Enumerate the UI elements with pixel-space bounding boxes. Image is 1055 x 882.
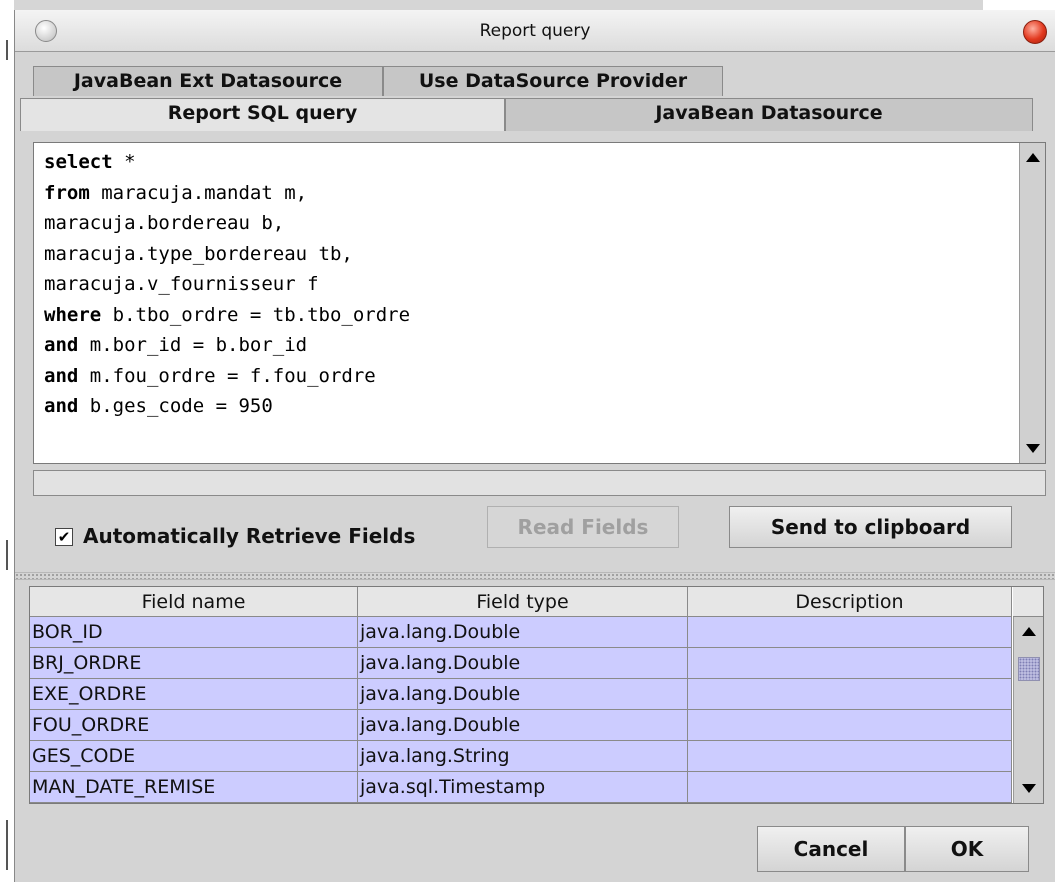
sql-text: m.fou_ordre = f.fou_ordre — [78, 364, 376, 387]
sql-line: from maracuja.mandat m, — [44, 178, 307, 208]
cancel-button[interactable]: Cancel — [757, 826, 905, 872]
background-tick — [6, 40, 8, 60]
cell-description[interactable] — [688, 617, 1012, 648]
sql-query-editor[interactable]: select * from maracuja.mandat m, maracuja.… — [33, 142, 1046, 464]
column-header-field-type[interactable]: Field type — [358, 587, 688, 617]
sql-text: m.bor_id = b.bor_id — [78, 334, 308, 356]
ok-button[interactable]: OK — [905, 826, 1029, 872]
read-fields-button[interactable]: Read Fields — [487, 506, 679, 548]
cell-type[interactable]: java.lang.String — [358, 741, 688, 772]
sql-line: maracuja.bordereau b, — [44, 208, 284, 238]
cell-type[interactable]: java.lang.Double — [358, 679, 688, 710]
close-button[interactable] — [1023, 20, 1047, 44]
sql-line: and b.ges_code = 950 — [44, 391, 273, 421]
sql-text: b.tbo_ordre = tb.tbo_ordre — [101, 303, 411, 326]
query-status-field — [33, 470, 1046, 496]
table-row[interactable]: BRJ_ORDRE java.lang.Double — [30, 648, 1012, 679]
cell-name[interactable]: EXE_ORDRE — [30, 679, 358, 710]
cell-name[interactable]: MAN_DATE_REMISE — [30, 772, 358, 803]
cell-name[interactable]: BRJ_ORDRE — [30, 648, 358, 679]
window-title: Report query — [479, 21, 591, 41]
split-pane-divider[interactable] — [15, 572, 1055, 580]
sql-line: select * — [44, 147, 136, 177]
sql-keyword: from — [44, 181, 90, 204]
sql-text: * — [112, 151, 136, 173]
sql-line: maracuja.v_fournisseur f — [44, 269, 319, 299]
tab-use-datasource-provider[interactable]: Use DataSource Provider — [383, 66, 723, 96]
tab-javabean-ext-datasource[interactable]: JavaBean Ext Datasource — [33, 66, 383, 96]
background-tick — [6, 820, 8, 870]
sql-keyword: select — [44, 151, 113, 173]
tab-report-sql-query[interactable]: Report SQL query — [20, 98, 505, 131]
table-row[interactable]: MAN_DATE_REMISE java.sql.Timestamp — [30, 772, 1012, 803]
table-scrollbar[interactable] — [1013, 617, 1043, 803]
column-header-description[interactable]: Description — [688, 587, 1012, 617]
cell-type[interactable]: java.sql.Timestamp — [358, 772, 688, 803]
cell-type[interactable]: java.lang.Double — [358, 710, 688, 741]
background-tick — [6, 540, 8, 570]
sql-line: maracuja.type_bordereau tb, — [44, 239, 353, 269]
column-header-field-name[interactable]: Field name — [30, 587, 358, 617]
fields-table: Field name Field type Description BOR_ID… — [29, 586, 1044, 804]
table-row[interactable]: FOU_ORDRE java.lang.Double — [30, 710, 1012, 741]
editor-scrollbar[interactable] — [1019, 143, 1045, 463]
scroll-down-arrow-icon[interactable] — [1022, 784, 1036, 793]
background-edge — [0, 0, 14, 882]
cell-description[interactable] — [688, 772, 1012, 803]
sql-line: and m.bor_id = b.bor_id — [44, 330, 307, 360]
background-strip-right — [983, 0, 1055, 10]
report-query-dialog: Report query JavaBean Ext Datasource Use… — [14, 10, 1055, 882]
sql-keyword: and — [44, 395, 79, 417]
auto-retrieve-checkbox[interactable]: ✔ — [55, 528, 73, 546]
sql-text: b.ges_code = 950 — [78, 395, 273, 417]
cell-name[interactable]: FOU_ORDRE — [30, 710, 358, 741]
cell-description[interactable] — [688, 741, 1012, 772]
cell-name[interactable]: GES_CODE — [30, 741, 358, 772]
sql-line: and m.fou_ordre = f.fou_ordre — [44, 361, 376, 391]
sql-text: maracuja.type_bordereau tb, — [44, 242, 353, 265]
sql-keyword: and — [44, 334, 79, 356]
cell-description[interactable] — [688, 679, 1012, 710]
scroll-up-arrow-icon[interactable] — [1026, 153, 1040, 162]
sql-keyword: where — [44, 303, 102, 326]
sql-text: maracuja.v_fournisseur f — [44, 273, 319, 295]
table-header-corner — [1013, 587, 1043, 617]
title-bar[interactable]: Report query — [15, 10, 1055, 52]
send-to-clipboard-button[interactable]: Send to clipboard — [729, 506, 1012, 548]
table-row[interactable]: EXE_ORDRE java.lang.Double — [30, 679, 1012, 710]
scrollbar-thumb[interactable] — [1018, 657, 1040, 681]
cell-name[interactable]: BOR_ID — [30, 617, 358, 648]
scroll-down-arrow-icon[interactable] — [1026, 444, 1040, 453]
table-row[interactable]: BOR_ID java.lang.Double — [30, 617, 1012, 648]
cell-description[interactable] — [688, 710, 1012, 741]
sql-text: maracuja.mandat m, — [89, 181, 308, 204]
sql-text: maracuja.bordereau b, — [44, 212, 285, 234]
tab-javabean-datasource[interactable]: JavaBean Datasource — [505, 98, 1033, 131]
cell-type[interactable]: java.lang.Double — [358, 617, 688, 648]
table-row[interactable]: GES_CODE java.lang.String — [30, 741, 1012, 772]
background-strip — [14, 0, 1055, 10]
sql-keyword: and — [44, 364, 79, 387]
sql-line: where b.tbo_ordre = tb.tbo_ordre — [44, 300, 410, 330]
auto-retrieve-label[interactable]: Automatically Retrieve Fields — [83, 524, 415, 548]
cell-type[interactable]: java.lang.Double — [358, 648, 688, 679]
cell-description[interactable] — [688, 648, 1012, 679]
scroll-up-arrow-icon[interactable] — [1022, 627, 1036, 636]
